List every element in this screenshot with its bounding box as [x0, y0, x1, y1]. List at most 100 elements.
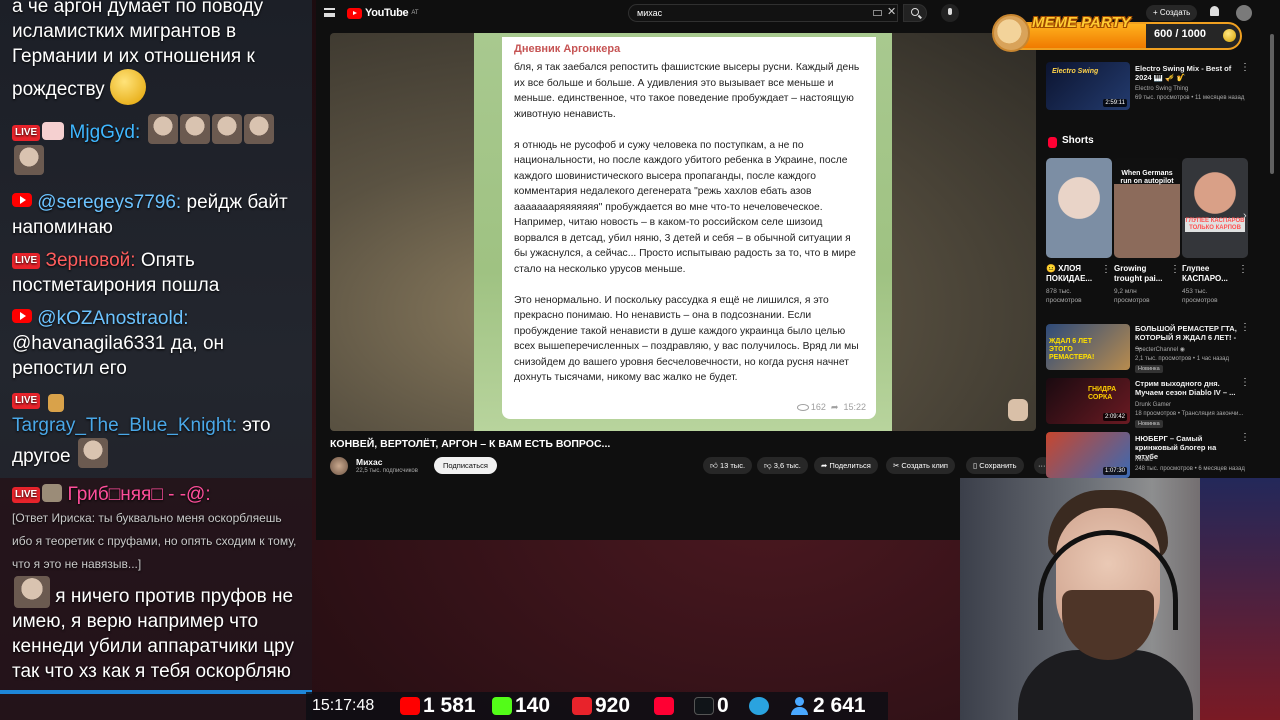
recommended-channel[interactable]: Electro Swing Thing [1135, 85, 1245, 93]
telegram-icon [749, 697, 769, 715]
recommended-meta: 18 просмотров • Трансляция закончи... [1135, 411, 1244, 417]
recommended-meta: 2,1 тыс. просмотров • 1 час назад [1135, 356, 1230, 362]
channel-avatar[interactable] [330, 457, 348, 475]
new-badge: Новинка [1135, 420, 1163, 428]
new-badge: Новинка [1135, 365, 1163, 373]
kick-icon [492, 697, 512, 715]
chat-message-text: я ничего против пруфов не имею, я верю н… [12, 586, 294, 682]
country-code: AT [411, 10, 419, 16]
subscribe-button[interactable]: Подписаться [434, 457, 497, 474]
like-button[interactable]: 👍︎ 13 тыс. [703, 457, 753, 474]
dislike-count: 3,6 тыс. [773, 461, 801, 470]
video-player[interactable]: Дневник Аргонкера бля, я так заебался ре… [330, 33, 1036, 431]
short-views-label: просмотров [1046, 297, 1082, 304]
share-icon: ➦ [821, 461, 828, 470]
live-badge-icon: LIVE [12, 125, 41, 141]
post-paragraph: Это ненормально. И поскольку рассудка я … [514, 294, 859, 384]
more-vert-icon[interactable]: ⋮ [1240, 377, 1250, 388]
kick-viewers: 140 [515, 694, 551, 717]
youtube-badge-icon [12, 309, 32, 323]
recommended-thumbnail[interactable]: ГНИДРА СОРКА 2:09:42 [1046, 378, 1130, 424]
webcam-feed [960, 478, 1280, 720]
short-thumbnail[interactable] [1046, 158, 1112, 258]
face-emote-icon [14, 145, 44, 175]
chat-username[interactable]: Гриб□няя□ - -@: [68, 484, 211, 505]
vklive-icon [572, 697, 592, 715]
voice-search-icon[interactable] [941, 4, 959, 22]
save-button[interactable]: ▯ Сохранить [966, 457, 1024, 474]
channel-subs: 22,5 тыс. подписчиков [356, 468, 418, 474]
badge-icon [42, 484, 63, 502]
recommended-channel[interactable]: SpecterChannel ◉ [1135, 346, 1245, 354]
clear-search-icon[interactable]: ✕ [887, 5, 896, 18]
more-vert-icon[interactable]: ⋮ [1240, 62, 1250, 73]
dislike-icon: 👎︎ [764, 461, 772, 470]
recommended-channel[interactable]: Михас [1135, 456, 1245, 464]
badge-icon [47, 394, 64, 412]
shorts-icon [1048, 137, 1057, 148]
video-duration: 1:07:30 [1102, 467, 1127, 475]
recommended-title[interactable]: Electro Swing Mix - Best of 2024 🎹 🎺 🎷 [1135, 64, 1241, 82]
post-paragraph: я отнюдь не русофоб и сужу человека по п… [514, 139, 856, 275]
views-icon [796, 404, 809, 411]
face-emote-icon [77, 438, 108, 468]
user-avatar-icon [14, 576, 50, 608]
clip-button[interactable]: ✂ Создать клип [886, 457, 955, 474]
more-vert-icon[interactable]: ⋮ [1238, 264, 1248, 275]
short-title[interactable]: Growing trought pai... [1114, 264, 1166, 284]
search-input[interactable] [628, 4, 898, 22]
short-views: 9,2 млн просмотров [1114, 287, 1174, 305]
webcam-background-flag [1200, 478, 1280, 720]
meme-party-count: 600 / 1000 [1154, 28, 1206, 40]
recommended-thumbnail[interactable]: 1:07:30 [1046, 432, 1130, 478]
recommended-channel[interactable]: Drunk Gamer [1135, 401, 1245, 409]
video-duration: 2:59:11 [1103, 99, 1127, 107]
streamer-body [1018, 650, 1193, 720]
youtube-logo[interactable]: YouTube AT [347, 7, 419, 19]
stream-screen: а че аргон думает по поводу исламистких … [0, 0, 1280, 720]
more-vert-icon[interactable]: ⋮ [1240, 322, 1250, 333]
post-meta: 162 ➦ 15:22 [796, 402, 866, 413]
more-vert-icon[interactable]: ⋮ [1240, 432, 1250, 443]
youtube-viewers: 1 581 [423, 694, 476, 717]
dislike-button[interactable]: 👎︎ 3,6 тыс. [757, 457, 808, 474]
chat-username[interactable]: Зерновой: [46, 250, 136, 271]
save-label: Сохранить [979, 461, 1017, 470]
short-title[interactable]: 😐 ХЛОЯ ПОКИДАЕ... [1046, 264, 1098, 284]
channel-name[interactable]: Михас [356, 457, 383, 467]
post-paragraph: бля, я так заебался репостить фашистские… [514, 62, 860, 120]
short-thumbnail[interactable]: ГЛУПЕЕ КАСПАРОВ ТОЛЬКО КАРПОВ [1182, 158, 1248, 258]
youtube-badge-icon [12, 193, 32, 207]
more-vert-icon[interactable]: ⋮ [1101, 264, 1111, 275]
live-badge-icon: LIVE [12, 393, 41, 409]
thumbnail-text: When Germans run on autopilot [1120, 170, 1174, 185]
chat-username[interactable]: @kOZAnostraold: [37, 308, 188, 329]
chat-username[interactable]: Targray_The_Blue_Knight: [12, 415, 237, 436]
vklive-viewers: 920 [595, 694, 631, 717]
thumbnail-text: ГЛУПЕЕ КАСПАРОВ ТОЛЬКО КАРПОВ [1185, 218, 1245, 232]
short-title[interactable]: Глупее КАСПАРО... [1182, 264, 1234, 284]
menu-icon[interactable] [324, 8, 335, 17]
chat-message: @kOZAnostraold: @havanagila6331 да, он р… [12, 306, 304, 381]
scrollbar[interactable] [1270, 34, 1274, 174]
recommended-thumbnail[interactable]: Electro Swing 2:59:11 [1046, 62, 1130, 110]
short-thumbnail[interactable]: When Germans run on autopilot [1114, 158, 1180, 258]
chat-username[interactable]: @seregeys7796: [37, 192, 181, 213]
face-emote-icon [211, 114, 242, 144]
keyboard-icon[interactable] [873, 10, 882, 16]
recommended-thumbnail[interactable]: ЖДАЛ 6 ЛЕТ ЭТОГО РЕМАСТЕРА! [1046, 324, 1130, 370]
recommended-title[interactable]: Стрим выходного дня. Мучаем сезон Diablo… [1135, 379, 1241, 397]
share-button[interactable]: ➦ Поделиться [814, 457, 878, 474]
chat-username[interactable]: MjgGyd: [70, 122, 141, 143]
next-arrow-icon[interactable]: › [1243, 210, 1247, 222]
shorts-heading: Shorts [1062, 135, 1094, 146]
thumbnail-text: Electro Swing [1052, 68, 1099, 75]
chat-message: LIVE Targray_The_Blue_Knight: это другое [12, 388, 304, 469]
short-views-count: 453 тыс. [1182, 288, 1208, 295]
stream-chat: а че аргон думает по поводу исламистких … [0, 0, 312, 720]
streamer [1018, 490, 1193, 720]
search-button[interactable] [903, 4, 927, 22]
channel-row: Михас 22,5 тыс. подписчиков Подписаться … [330, 457, 1052, 475]
rutube-viewers: 0 [717, 694, 729, 717]
more-vert-icon[interactable]: ⋮ [1170, 264, 1180, 275]
